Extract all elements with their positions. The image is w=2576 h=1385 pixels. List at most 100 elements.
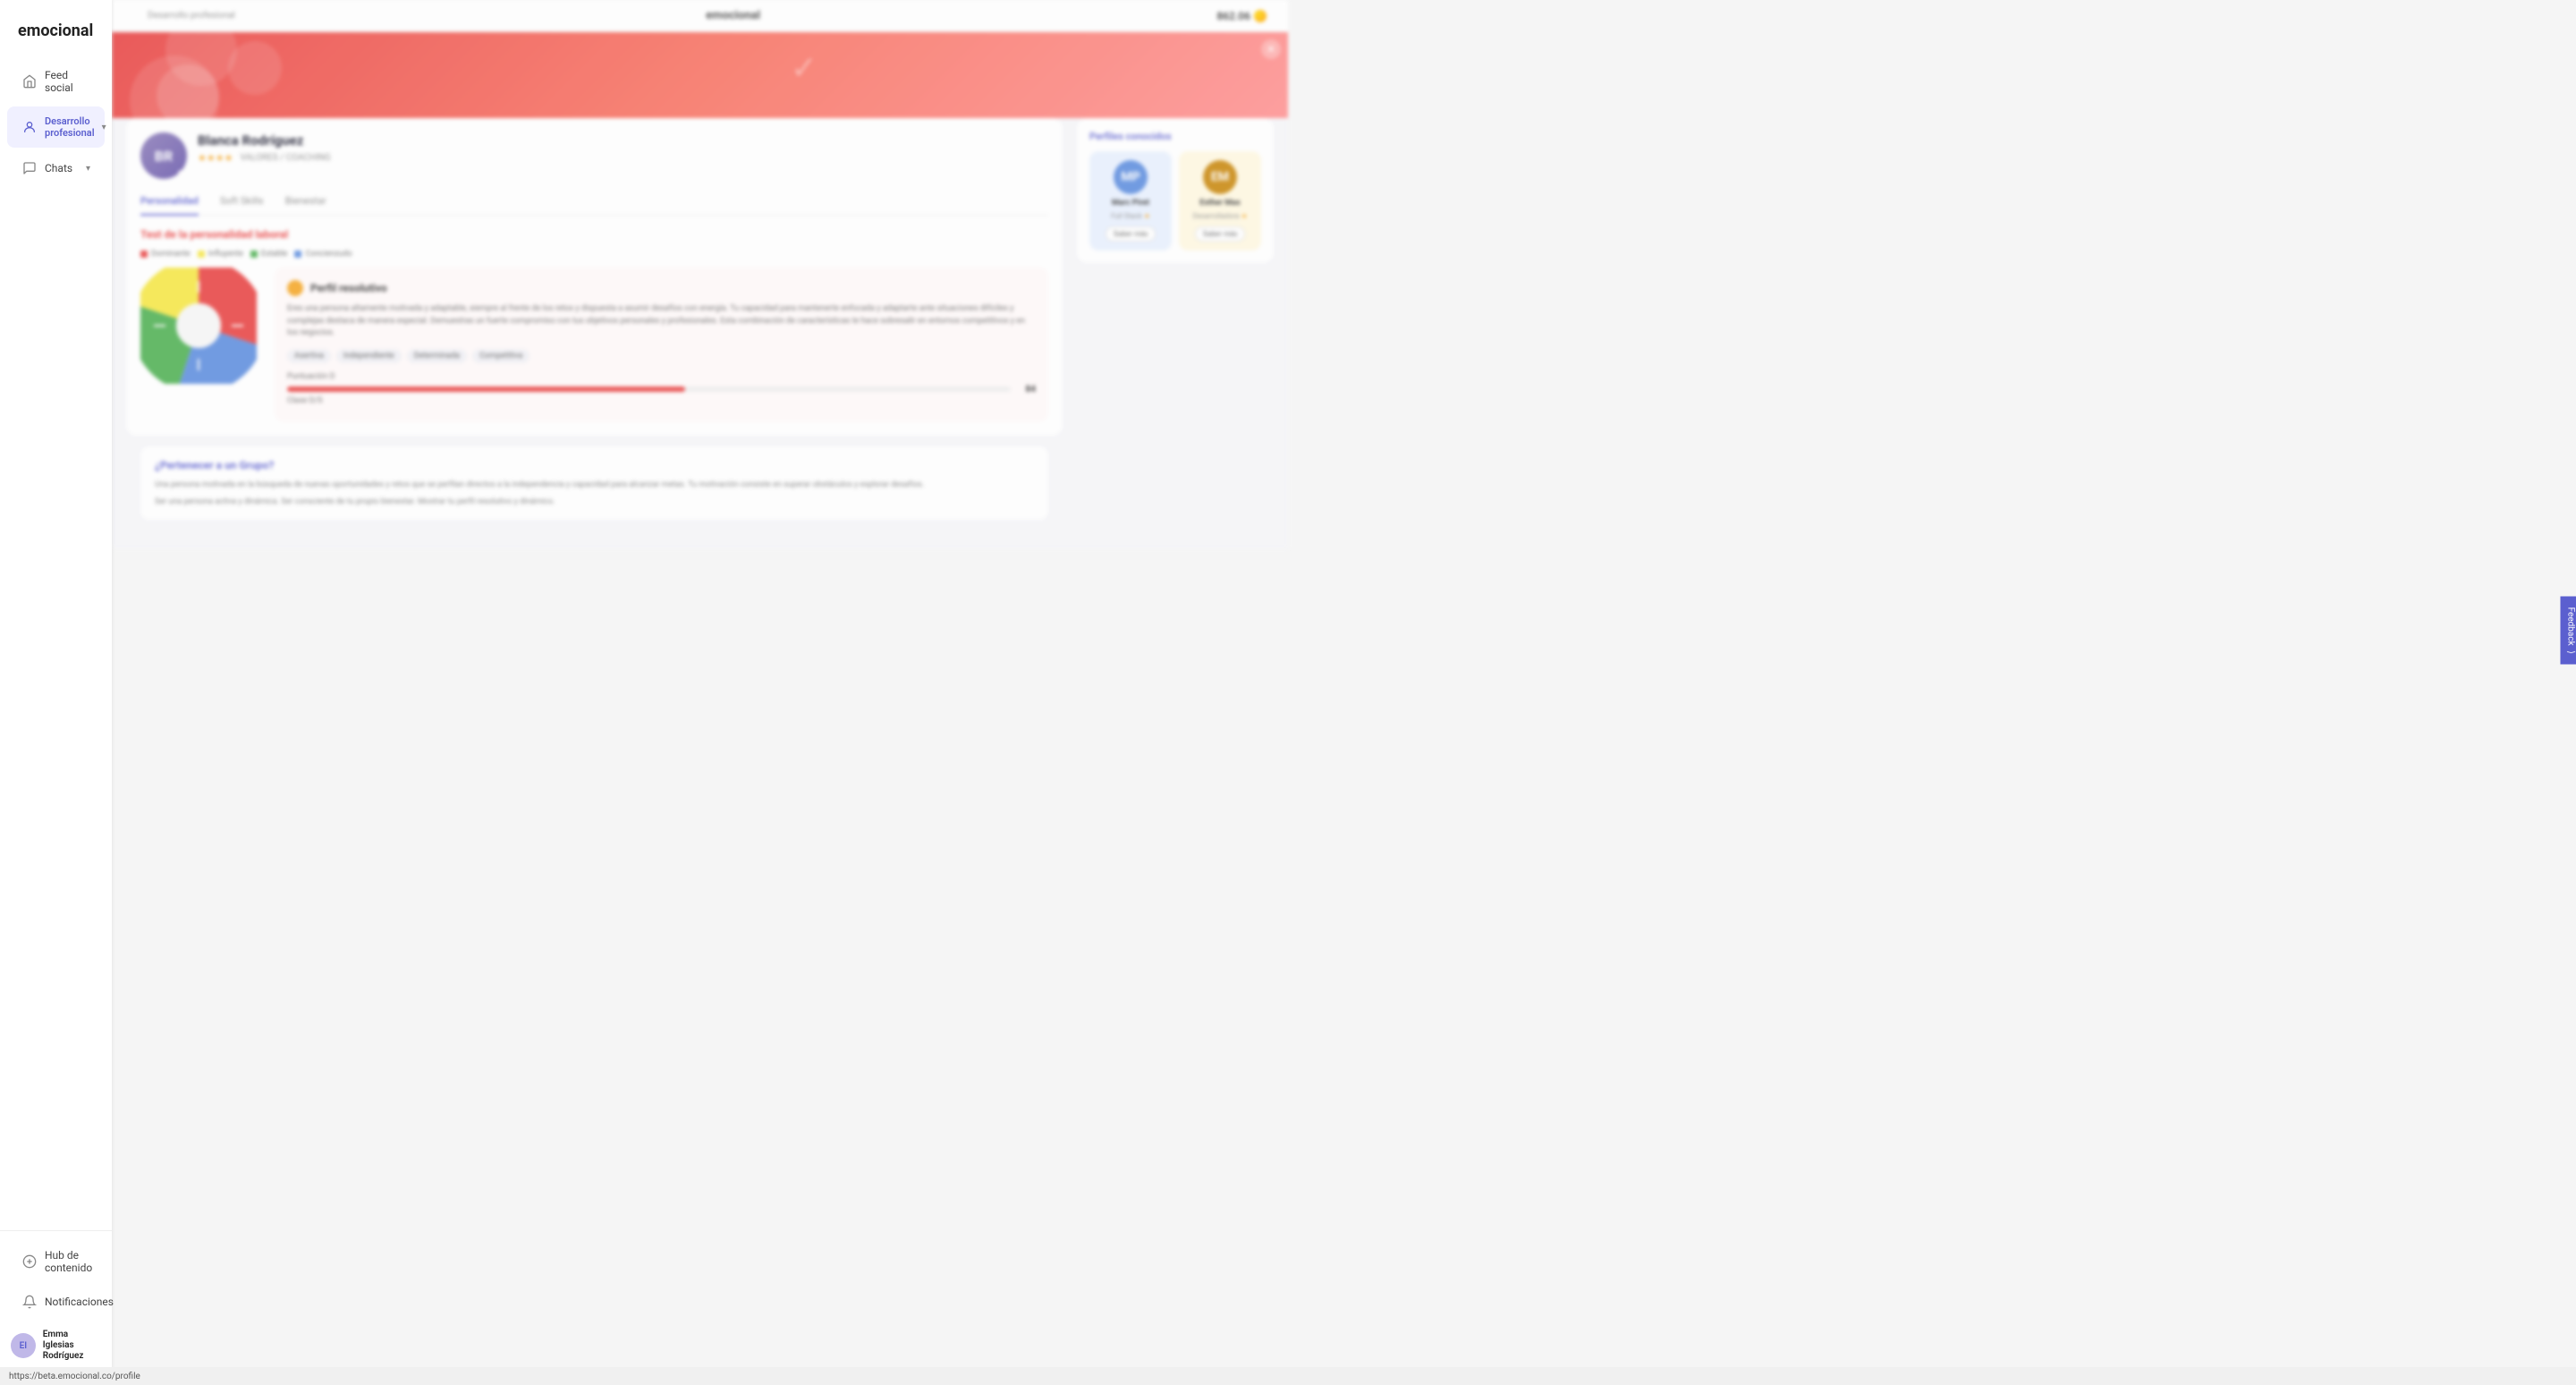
header-brand: emocional <box>684 0 782 32</box>
sidebar-item-label-feed: Feed social <box>45 69 90 94</box>
tag-asertiva: Asertiva <box>287 349 331 363</box>
legend-dot-estable <box>250 251 258 258</box>
tab-bienestar[interactable]: Bienestar <box>285 188 326 216</box>
banner-check-icon: ✓ <box>791 49 818 87</box>
right-sidebar: Perfiles conocidos MP Marc Piret Full St… <box>1077 118 1274 534</box>
sidebar-user-name-line2: Rodríguez <box>43 1351 101 1362</box>
main-content: Desarrollo profesional emocional 862.06 … <box>112 0 1288 692</box>
extra-content-section: ¿Pertenecer a un Grupo? Una persona moti… <box>140 446 1048 520</box>
perfiles-cards-row: MP Marc Piret Full Stack ★ Saber más EM … <box>1089 151 1261 251</box>
chat-icon <box>21 160 38 176</box>
banner-circle-2 <box>228 41 282 95</box>
legend-label-dominante: Dominante <box>151 250 191 259</box>
progress-note: Clase D/S <box>287 396 1036 405</box>
mini-role-marc: Full Stack ★ <box>1111 212 1150 220</box>
profile-type-title: Perfil resolutivo <box>310 282 387 294</box>
legend-dot-influyente <box>198 251 205 258</box>
profile-stars: ★★★★ <box>198 152 233 164</box>
coins-display: 862.06 <box>1216 10 1267 22</box>
legend-item-dominante: Dominante <box>140 250 191 259</box>
sidebar-logo: emocional <box>0 14 112 58</box>
mini-role-esther: Desarrolladora ★ <box>1192 212 1247 220</box>
profile-info: Blanca Rodríguez ★★★★ VALORES / COACHING <box>198 132 1048 164</box>
mini-avatar-esther: EM <box>1203 160 1237 194</box>
profile-photo: BR <box>140 132 187 179</box>
mini-avatar-marc: MP <box>1114 160 1148 194</box>
profile-main: BR Blanca Rodríguez ★★★★ VALORES / COACH… <box>126 118 1063 534</box>
sidebar-user[interactable]: EI Emma Iglesias Rodríguez <box>0 1321 112 1371</box>
personality-legend: Dominante Influyente Estable Concienzudo <box>140 250 1048 259</box>
feedback-arrow-icon: ⟩ <box>2565 650 2575 654</box>
header-right: 862.06 <box>1216 10 1267 22</box>
progress-bar-background <box>287 387 1011 392</box>
online-status-dot <box>178 170 185 177</box>
progress-section: Puntuación D 84 Clase D/S <box>287 372 1036 405</box>
tag-determinada: Determinada <box>407 349 467 363</box>
pie-chart <box>140 268 257 384</box>
sidebar-item-feed-social[interactable]: Feed social <box>7 60 105 103</box>
tab-soft-skills[interactable]: Soft Skills <box>220 188 264 216</box>
mini-profile-marc: MP Marc Piret Full Stack ★ Saber más <box>1089 151 1172 251</box>
progress-value: 84 <box>1018 385 1036 395</box>
tag-independiente: Independiente <box>336 349 402 363</box>
chart-and-description: Perfil resolutivo Eres una persona altam… <box>140 268 1048 421</box>
banner-decorations: ✓ <box>112 32 1288 118</box>
desc-card-header: Perfil resolutivo <box>287 280 1036 296</box>
legend-dot-concienzudo <box>294 251 301 258</box>
mini-name-marc: Marc Piret <box>1112 199 1149 208</box>
perfiles-conocidos-card: Perfiles conocidos MP Marc Piret Full St… <box>1077 118 1274 263</box>
sidebar-item-label-desarrollo: Desarrollo profesional <box>45 115 95 139</box>
profile-banner: ✓ ✕ <box>112 32 1288 118</box>
perfiles-title: Perfiles conocidos <box>1089 131 1261 142</box>
profile-type-icon <box>287 280 303 296</box>
legend-dot-dominante <box>140 251 148 258</box>
user-circle-icon <box>21 119 38 135</box>
perfiles-title-colored: conocidos <box>1126 131 1172 142</box>
personality-section-title: Test de la personalidad laboral <box>140 228 1048 241</box>
legend-label-estable: Estable <box>261 250 288 259</box>
legend-item-concienzudo: Concienzudo <box>294 250 352 259</box>
feedback-button[interactable]: Feedback ⟩ <box>2560 597 2576 665</box>
sidebar-item-notificaciones[interactable]: Notificaciones <box>7 1285 105 1319</box>
chevron-right-icon: ▾ <box>86 164 90 174</box>
legend-item-estable: Estable <box>250 250 288 259</box>
extra-title: ¿Pertenecer a un Grupo? <box>155 457 1034 474</box>
saber-mas-marc-button[interactable]: Saber más <box>1106 226 1157 242</box>
sidebar-user-name-line1: Emma Iglesias <box>43 1330 101 1351</box>
banner-close-button[interactable]: ✕ <box>1261 39 1281 59</box>
profile-type-description: Eres una persona altamente motivada y ad… <box>287 303 1036 340</box>
profile-meta: ★★★★ VALORES / COACHING <box>198 152 1048 164</box>
legend-label-influyente: Influyente <box>208 250 243 259</box>
progress-label: Puntuación D <box>287 372 1036 381</box>
top-header: Desarrollo profesional emocional 862.06 <box>112 0 1288 32</box>
tab-personalidad[interactable]: Personalidad <box>140 188 199 216</box>
personality-description-card: Perfil resolutivo Eres una persona altam… <box>275 268 1048 421</box>
sidebar-item-desarrollo-profesional[interactable]: Desarrollo profesional ▾ <box>7 106 105 148</box>
sidebar-item-label-hub: Hub de contenido <box>45 1249 92 1274</box>
url-text: https://beta.emocional.co/profile <box>9 1372 140 1381</box>
chevron-down-icon: ▾ <box>102 123 106 132</box>
breadcrumb: Desarrollo profesional <box>133 5 250 26</box>
sidebar: emocional Feed social Desarrollo profesi… <box>0 0 112 1385</box>
sidebar-item-chats[interactable]: Chats ▾ <box>7 151 105 185</box>
compat-star-esther: ★ <box>1241 212 1247 220</box>
home-icon <box>21 73 38 89</box>
saber-mas-esther-button[interactable]: Saber más <box>1195 226 1246 242</box>
sidebar-item-hub-de-contenido[interactable]: Hub de contenido <box>7 1240 105 1283</box>
progress-bar-fill <box>287 387 685 392</box>
legend-label-concienzudo: Concienzudo <box>305 250 352 259</box>
profile-layout: BR Blanca Rodríguez ★★★★ VALORES / COACH… <box>112 118 1288 548</box>
profile-name: Blanca Rodríguez <box>198 132 1048 149</box>
compat-star-marc: ★ <box>1144 212 1150 220</box>
extra-more-text: Ser una persona activa y dinámica. Ser c… <box>155 497 1034 509</box>
content-icon <box>21 1253 38 1270</box>
sidebar-item-label-notificaciones: Notificaciones <box>45 1296 114 1308</box>
extra-text: Una persona motivada en la búsqueda de n… <box>155 480 1034 492</box>
profile-tabs: Personalidad Soft Skills Bienestar <box>140 188 1048 216</box>
avatar: EI <box>11 1333 36 1358</box>
coin-icon <box>1254 10 1267 22</box>
progress-row: 84 <box>287 385 1036 395</box>
profile-header: BR Blanca Rodríguez ★★★★ VALORES / COACH… <box>140 132 1048 179</box>
sidebar-bottom: Hub de contenido Notificaciones EI Emma … <box>0 1230 112 1371</box>
sidebar-item-label-chats: Chats <box>45 162 72 174</box>
